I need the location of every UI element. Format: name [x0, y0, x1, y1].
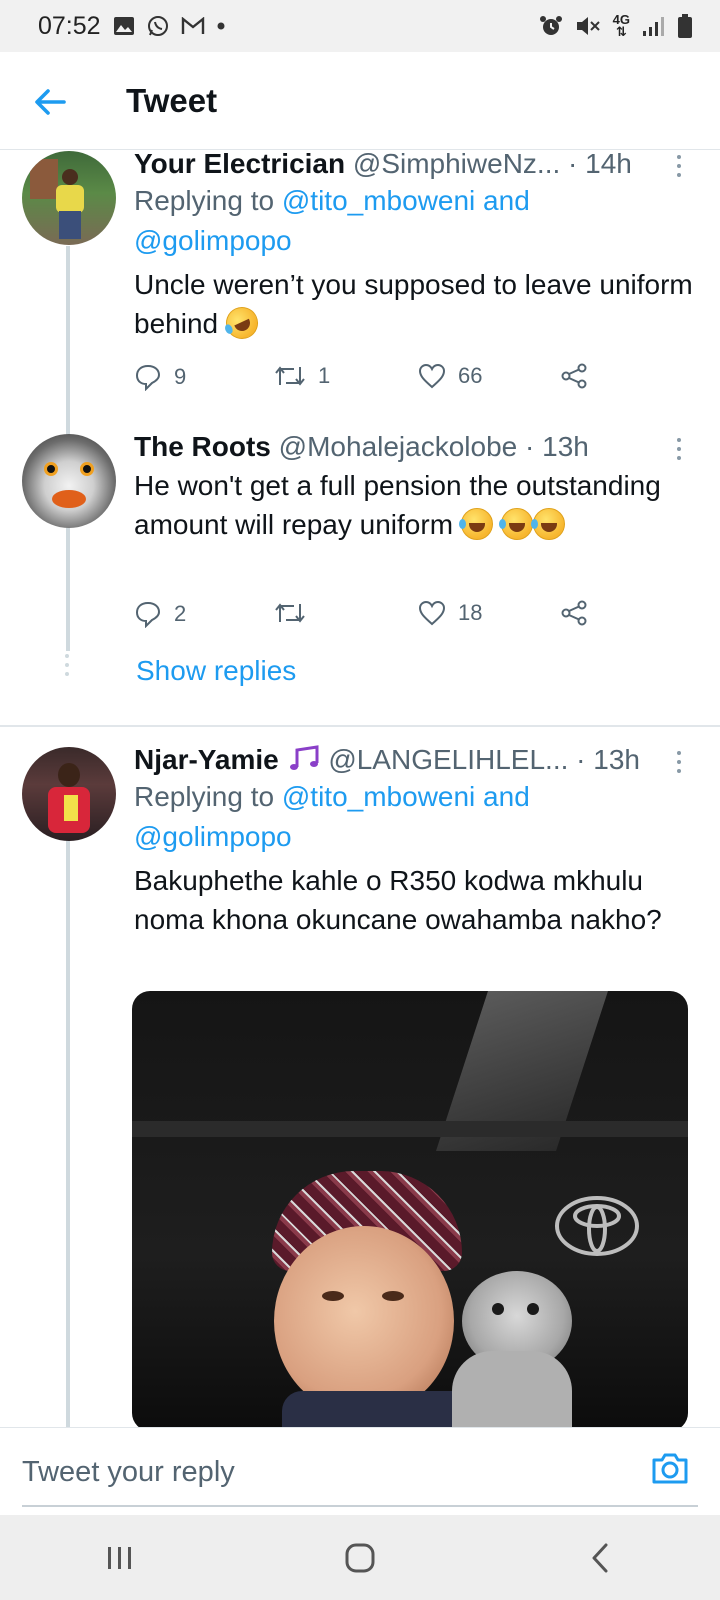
- car-logo: [555, 1196, 639, 1256]
- status-bar: 07:52 4G ⇅: [0, 0, 720, 52]
- more-options-icon[interactable]: [674, 751, 684, 777]
- retweet-button[interactable]: 1: [274, 363, 330, 389]
- gallery-icon: [113, 17, 134, 35]
- reply-composer: Tweet your reply: [0, 1427, 720, 1515]
- heart-icon: [418, 363, 446, 389]
- share-button[interactable]: [560, 600, 588, 626]
- more-options-icon[interactable]: [674, 155, 684, 181]
- gmail-icon: [181, 17, 204, 34]
- back-button[interactable]: [570, 1533, 630, 1583]
- back-icon: [592, 1543, 608, 1572]
- user-handle[interactable]: @SimphiweNz...: [353, 151, 560, 179]
- like-button[interactable]: 66: [418, 363, 482, 389]
- reply-button[interactable]: 9: [134, 363, 186, 391]
- signal-icon: [643, 17, 664, 36]
- tears-of-joy-emoji: [530, 508, 565, 540]
- tweet-actions: 2 18: [134, 600, 614, 640]
- replying-to: Replying to @tito_mboweni and @golimpopo: [134, 781, 530, 852]
- share-button[interactable]: [560, 363, 588, 389]
- alarm-icon: [539, 16, 562, 35]
- rolling-on-floor-laughing-emoji: [220, 301, 264, 345]
- avatar[interactable]: [22, 434, 116, 528]
- tweet-time: · 13h: [525, 431, 589, 462]
- retweet-icon: [275, 603, 305, 623]
- whatsapp-icon: [147, 16, 168, 36]
- thread-line: [66, 831, 70, 1427]
- tweet-time: · 13h: [576, 744, 640, 775]
- avatar[interactable]: [22, 747, 116, 841]
- tweet-header: Njar-Yamie @LANGELIHLEL... · 13h: [134, 743, 694, 777]
- tweet-header: Your Electrician @SimphiweNz... · 14h: [134, 151, 694, 181]
- page-title: Tweet: [126, 82, 218, 119]
- thread-line: [66, 529, 70, 651]
- recents-icon: [108, 1546, 131, 1569]
- system-nav-bar: [0, 1515, 720, 1600]
- tweet-photo[interactable]: [132, 991, 688, 1427]
- reply-icon: [135, 601, 161, 628]
- share-icon: [561, 600, 587, 626]
- tweet-time: · 14h: [568, 151, 632, 179]
- dot-icon: [217, 22, 225, 30]
- display-name[interactable]: Your Electrician: [134, 151, 345, 179]
- more-options-icon[interactable]: [674, 438, 684, 464]
- tweet-text: Bakuphethe kahle o R350 kodwa mkhulu nom…: [134, 865, 662, 935]
- heart-icon: [418, 600, 446, 626]
- tweet-header: The Roots @Mohalejackolobe · 13h: [134, 430, 694, 464]
- tweet-text: He won't get a full pension the outstand…: [134, 470, 661, 540]
- share-icon: [561, 363, 587, 389]
- replying-to: Replying to @tito_mboweni and @golimpopo: [134, 185, 530, 256]
- reply-icon: [135, 364, 161, 391]
- home-icon: [345, 1543, 375, 1572]
- retweet-icon: [275, 366, 305, 386]
- reply-button[interactable]: 2: [134, 600, 186, 628]
- musical-notes-emoji: [289, 745, 319, 770]
- show-replies-link[interactable]: Show replies: [136, 655, 296, 687]
- camera-icon[interactable]: [650, 1448, 690, 1488]
- mute-icon: [576, 17, 600, 35]
- home-button[interactable]: [330, 1533, 390, 1583]
- tweet-thread[interactable]: Your Electrician @SimphiweNz... · 14h Re…: [0, 151, 720, 1427]
- arrow-left-icon[interactable]: [30, 82, 70, 122]
- app-header: Tweet: [0, 52, 720, 150]
- user-handle[interactable]: @Mohalejackolobe: [279, 431, 518, 462]
- tears-of-joy-emoji: [498, 508, 533, 540]
- display-name[interactable]: The Roots: [134, 431, 271, 462]
- battery-icon: [678, 14, 692, 38]
- tweet-text: Uncle weren’t you supposed to leave unif…: [134, 265, 694, 345]
- user-handle[interactable]: @LANGELIHLEL...: [328, 744, 568, 775]
- tears-of-joy-emoji: [458, 508, 493, 540]
- like-button[interactable]: 18: [418, 600, 482, 626]
- 4g-icon: 4G ⇅: [612, 12, 630, 39]
- display-name[interactable]: Njar-Yamie: [134, 744, 279, 775]
- thread-dots: [65, 654, 71, 676]
- retweet-button[interactable]: [274, 600, 318, 626]
- recents-button[interactable]: [90, 1533, 150, 1583]
- tweet-actions: 9 1 66: [134, 363, 614, 403]
- divider: [0, 725, 720, 727]
- reply-input-underline: [22, 1505, 698, 1507]
- status-time: 07:52: [38, 11, 101, 40]
- reply-input[interactable]: Tweet your reply: [22, 1456, 235, 1489]
- avatar[interactable]: [22, 151, 116, 245]
